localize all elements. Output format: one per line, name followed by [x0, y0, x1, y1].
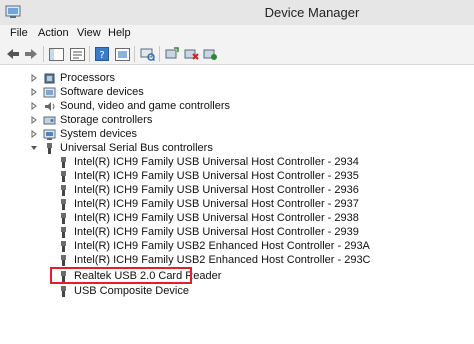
- processor-icon: [43, 72, 56, 85]
- expand-arrow-icon[interactable]: [30, 130, 38, 138]
- disable-icon[interactable]: [182, 45, 200, 63]
- tree-node-sound-video[interactable]: Sound, video and game controllers: [30, 99, 230, 113]
- device-tree: Processors Software devices Sound, video…: [0, 65, 474, 344]
- expand-arrow-icon[interactable]: [30, 88, 38, 96]
- toolbar: ?: [0, 43, 474, 65]
- usb-device-item[interactable]: Intel(R) ICH9 Family USB Universal Host …: [57, 197, 359, 211]
- usb-device-item[interactable]: Intel(R) ICH9 Family USB Universal Host …: [57, 169, 359, 183]
- tree-node-label: Universal Serial Bus controllers: [60, 142, 213, 154]
- forward-icon[interactable]: [22, 45, 40, 63]
- usb-plug-icon: [57, 226, 70, 239]
- usb-plug-icon: [43, 142, 56, 155]
- update-driver-icon[interactable]: [113, 45, 131, 63]
- device-label: Intel(R) ICH9 Family USB Universal Host …: [74, 156, 359, 168]
- tree-node-label: Sound, video and game controllers: [60, 100, 230, 112]
- svg-text:?: ?: [99, 50, 104, 61]
- toolbar-separator: [134, 46, 135, 62]
- usb-device-item[interactable]: Intel(R) ICH9 Family USB2 Enhanced Host …: [57, 253, 371, 267]
- menu-view[interactable]: View: [77, 27, 101, 39]
- toolbar-separator: [159, 46, 160, 62]
- software-device-icon: [43, 86, 56, 99]
- usb-plug-icon: [57, 184, 70, 197]
- expand-arrow-icon[interactable]: [30, 116, 38, 124]
- usb-plug-icon: [57, 254, 70, 267]
- usb-device-item[interactable]: Intel(R) ICH9 Family USB2 Enhanced Host …: [57, 239, 370, 253]
- help-icon[interactable]: ?: [93, 45, 111, 63]
- device-label: Intel(R) ICH9 Family USB Universal Host …: [74, 184, 359, 196]
- usb-device-item[interactable]: Intel(R) ICH9 Family USB Universal Host …: [57, 225, 359, 239]
- tree-node-storage-controllers[interactable]: Storage controllers: [30, 113, 152, 127]
- device-label: Intel(R) ICH9 Family USB Universal Host …: [74, 170, 359, 182]
- tree-node-label: System devices: [60, 128, 138, 140]
- tree-node-usb-controllers[interactable]: Universal Serial Bus controllers: [30, 141, 213, 155]
- back-icon[interactable]: [4, 45, 22, 63]
- toolbar-separator: [89, 46, 90, 62]
- speaker-icon: [43, 100, 56, 113]
- usb-device-item[interactable]: Intel(R) ICH9 Family USB Universal Host …: [57, 155, 359, 169]
- usb-device-item[interactable]: Intel(R) ICH9 Family USB Universal Host …: [57, 183, 359, 197]
- menu-file[interactable]: File: [10, 27, 28, 39]
- device-label: Intel(R) ICH9 Family USB Universal Host …: [74, 212, 359, 224]
- menu-help[interactable]: Help: [108, 27, 131, 39]
- tree-node-label: Software devices: [60, 86, 144, 98]
- menu-action[interactable]: Action: [38, 27, 69, 39]
- tree-node-label: Processors: [60, 72, 116, 84]
- menu-bar: File Action View Help: [0, 25, 474, 43]
- usb-plug-icon: [57, 170, 70, 183]
- show-hide-console-tree-icon[interactable]: [47, 45, 65, 63]
- expand-arrow-icon[interactable]: [30, 74, 38, 82]
- tree-node-software-devices[interactable]: Software devices: [30, 85, 144, 99]
- usb-device-item[interactable]: USB Composite Device: [57, 284, 189, 298]
- highlight-box: [50, 267, 192, 284]
- tree-node-label: Storage controllers: [60, 114, 153, 126]
- usb-plug-icon: [57, 285, 70, 298]
- device-label: Intel(R) ICH9 Family USB2 Enhanced Host …: [74, 254, 371, 266]
- tree-node-system-devices[interactable]: System devices: [30, 127, 137, 141]
- expand-arrow-icon[interactable]: [30, 102, 38, 110]
- device-label: Intel(R) ICH9 Family USB Universal Host …: [74, 198, 359, 210]
- toolbar-separator: [43, 46, 44, 62]
- uninstall-icon[interactable]: [163, 45, 181, 63]
- usb-plug-icon: [57, 198, 70, 211]
- usb-plug-icon: [57, 240, 70, 253]
- usb-plug-icon: [57, 156, 70, 169]
- system-device-icon: [43, 128, 56, 141]
- properties-icon[interactable]: [68, 45, 86, 63]
- tree-node-processors[interactable]: Processors: [30, 71, 115, 85]
- storage-controller-icon: [43, 114, 56, 127]
- usb-plug-icon: [57, 212, 70, 225]
- device-label: USB Composite Device: [74, 285, 189, 297]
- usb-device-item[interactable]: Intel(R) ICH9 Family USB Universal Host …: [57, 211, 359, 225]
- device-label: Intel(R) ICH9 Family USB2 Enhanced Host …: [74, 240, 370, 252]
- device-label: Intel(R) ICH9 Family USB Universal Host …: [74, 226, 359, 238]
- collapse-arrow-icon[interactable]: [30, 144, 38, 152]
- rollback-icon[interactable]: [201, 45, 219, 63]
- scan-hardware-icon[interactable]: [138, 45, 156, 63]
- title-bar[interactable]: Device Manager: [0, 0, 474, 25]
- window-title: Device Manager: [264, 5, 360, 20]
